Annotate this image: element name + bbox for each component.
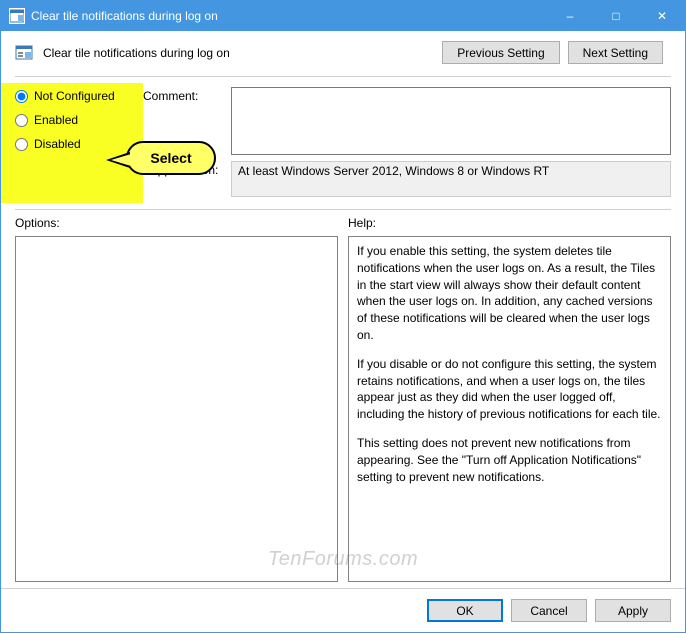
annotation-text: Select xyxy=(150,150,191,166)
policy-name: Clear tile notifications during log on xyxy=(43,46,432,60)
window-title: Clear tile notifications during log on xyxy=(31,9,547,23)
previous-setting-button[interactable]: Previous Setting xyxy=(442,41,559,64)
ok-button[interactable]: OK xyxy=(427,599,503,622)
options-label: Options: xyxy=(15,216,338,230)
dialog-footer: OK Cancel Apply xyxy=(1,588,685,632)
state-radio-group: Not Configured Enabled Disabled xyxy=(1,83,143,203)
divider xyxy=(15,209,671,210)
policy-editor-window: Clear tile notifications during log on –… xyxy=(0,0,686,633)
radio-disabled-input[interactable] xyxy=(15,138,28,151)
radio-not-configured-input[interactable] xyxy=(15,90,28,103)
apply-button[interactable]: Apply xyxy=(595,599,671,622)
annotation-callout: Select xyxy=(126,141,216,175)
cancel-button[interactable]: Cancel xyxy=(511,599,587,622)
header-row: Clear tile notifications during log on P… xyxy=(1,31,685,70)
window-icon xyxy=(9,8,25,24)
policy-icon xyxy=(15,44,33,62)
content-area: Clear tile notifications during log on P… xyxy=(1,31,685,632)
help-label: Help: xyxy=(348,216,671,230)
help-paragraph: If you enable this setting, the system d… xyxy=(357,243,662,344)
lower-panels: Options: Help: If you enable this settin… xyxy=(1,216,685,588)
options-box[interactable] xyxy=(15,236,338,582)
titlebar[interactable]: Clear tile notifications during log on –… xyxy=(1,1,685,31)
maximize-button[interactable]: □ xyxy=(593,1,639,31)
help-column: Help: If you enable this setting, the sy… xyxy=(348,216,671,582)
radio-not-configured-label: Not Configured xyxy=(34,89,115,103)
config-area: Not Configured Enabled Disabled Comment: xyxy=(1,77,685,203)
radio-disabled-label: Disabled xyxy=(34,137,81,151)
radio-enabled-label: Enabled xyxy=(34,113,78,127)
help-box[interactable]: If you enable this setting, the system d… xyxy=(348,236,671,582)
meta-column: Comment: Supported on: xyxy=(143,83,671,203)
options-column: Options: xyxy=(15,216,338,582)
radio-disabled[interactable]: Disabled xyxy=(15,137,133,151)
comment-field[interactable] xyxy=(231,87,671,155)
help-paragraph: This setting does not prevent new notifi… xyxy=(357,435,662,485)
help-paragraph: If you disable or do not configure this … xyxy=(357,356,662,423)
next-setting-button[interactable]: Next Setting xyxy=(568,41,663,64)
radio-enabled-input[interactable] xyxy=(15,114,28,127)
radio-not-configured[interactable]: Not Configured xyxy=(15,89,133,103)
close-button[interactable]: ✕ xyxy=(639,1,685,31)
minimize-button[interactable]: – xyxy=(547,1,593,31)
radio-enabled[interactable]: Enabled xyxy=(15,113,133,127)
supported-field xyxy=(231,161,671,197)
